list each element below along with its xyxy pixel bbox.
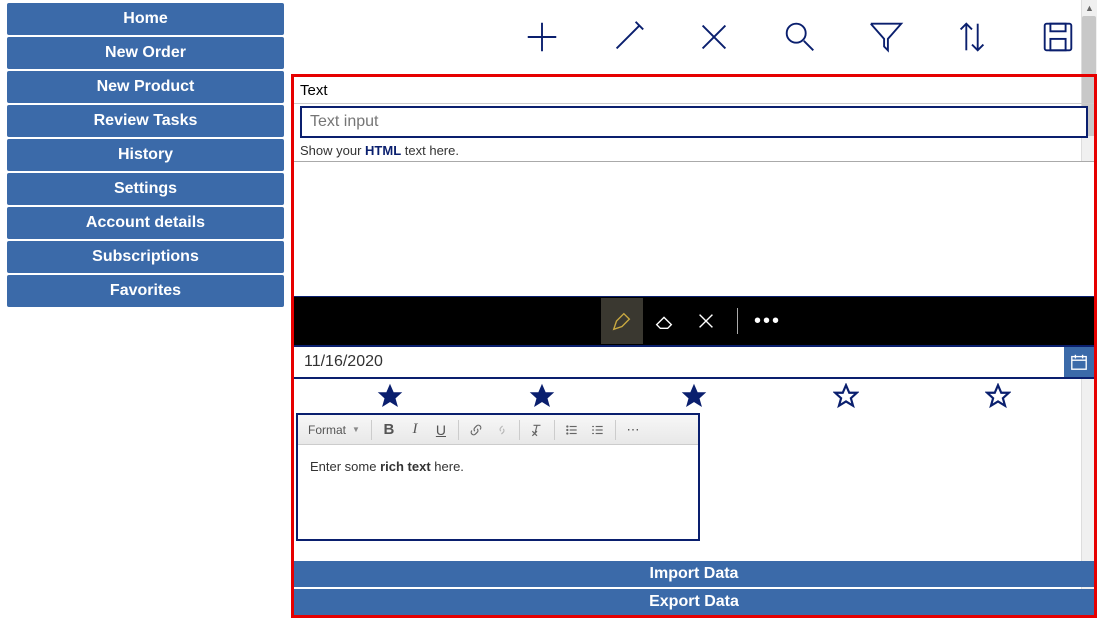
ink-separator: [737, 308, 738, 334]
sidebar-item-home[interactable]: Home: [7, 3, 284, 35]
ink-close-icon[interactable]: [685, 298, 727, 344]
rte-bold-button[interactable]: B: [377, 418, 401, 442]
close-icon[interactable]: [695, 18, 733, 56]
sidebar-item-new-product[interactable]: New Product: [7, 71, 284, 103]
rte-format-dropdown[interactable]: Format ▼: [302, 423, 366, 437]
html-bold: HTML: [365, 143, 401, 158]
export-data-button[interactable]: Export Data: [294, 589, 1094, 615]
rte-clear-format-icon[interactable]: [525, 418, 549, 442]
star-3[interactable]: [681, 383, 707, 409]
pen-icon[interactable]: [601, 298, 643, 344]
html-suffix: text here.: [401, 143, 459, 158]
top-toolbar: [291, 0, 1097, 74]
rich-text-editor: Format ▼ B I U: [296, 413, 700, 541]
star-4[interactable]: [833, 383, 859, 409]
rich-text-container: Format ▼ B I U: [294, 413, 1094, 559]
date-picker-row: 11/16/2020: [294, 345, 1094, 379]
bottom-buttons: Import Data Export Data: [294, 559, 1094, 615]
sidebar-item-settings[interactable]: Settings: [7, 173, 284, 205]
filter-icon[interactable]: [867, 18, 905, 56]
edit-icon[interactable]: [609, 18, 647, 56]
rte-sep: [371, 420, 372, 440]
content-panel: Text Show your HTML text here.: [291, 74, 1097, 618]
rte-sep: [458, 420, 459, 440]
chevron-down-icon: ▼: [352, 425, 360, 434]
sidebar-item-subscriptions[interactable]: Subscriptions: [7, 241, 284, 273]
save-icon[interactable]: [1039, 18, 1077, 56]
sidebar-item-new-order[interactable]: New Order: [7, 37, 284, 69]
text-input[interactable]: [300, 106, 1088, 138]
star-2[interactable]: [529, 383, 555, 409]
text-label: Text: [294, 77, 1094, 104]
rte-ordered-list-icon[interactable]: [560, 418, 584, 442]
sort-icon[interactable]: [953, 18, 991, 56]
star-1[interactable]: [377, 383, 403, 409]
rte-unlink-icon[interactable]: [490, 418, 514, 442]
rte-bold: rich text: [380, 459, 431, 474]
rte-link-icon[interactable]: [464, 418, 488, 442]
scroll-up-arrow[interactable]: ▲: [1082, 0, 1097, 16]
star-5[interactable]: [985, 383, 1011, 409]
rte-sep: [519, 420, 520, 440]
sidebar-item-history[interactable]: History: [7, 139, 284, 171]
html-display-label: Show your HTML text here.: [294, 140, 1094, 162]
sidebar-item-favorites[interactable]: Favorites: [7, 275, 284, 307]
search-icon[interactable]: [781, 18, 819, 56]
rte-bullet-list-icon[interactable]: [586, 418, 610, 442]
sidebar-item-review-tasks[interactable]: Review Tasks: [7, 105, 284, 137]
rating-stars: [294, 379, 1094, 413]
rte-body[interactable]: Enter some rich text here.: [298, 445, 698, 539]
plus-icon[interactable]: [523, 18, 561, 56]
date-field[interactable]: 11/16/2020: [294, 347, 1064, 377]
html-display-area[interactable]: [294, 162, 1094, 297]
main-area: ▲ ▼: [291, 0, 1097, 618]
sidebar-item-account-details[interactable]: Account details: [7, 207, 284, 239]
import-data-button[interactable]: Import Data: [294, 561, 1094, 587]
rte-suffix: here.: [431, 459, 464, 474]
rte-format-label: Format: [308, 423, 346, 437]
ink-more-icon[interactable]: •••: [748, 310, 787, 333]
rte-sep: [615, 420, 616, 440]
rte-prefix: Enter some: [310, 459, 380, 474]
calendar-icon[interactable]: [1064, 347, 1094, 377]
rte-italic-button[interactable]: I: [403, 418, 427, 442]
rte-more-icon[interactable]: ⋯: [621, 418, 645, 442]
sidebar: Home New Order New Product Review Tasks …: [0, 0, 291, 618]
eraser-icon[interactable]: [643, 298, 685, 344]
html-prefix: Show your: [300, 143, 365, 158]
rte-underline-button[interactable]: U: [429, 418, 453, 442]
ink-toolbar: •••: [294, 297, 1094, 345]
rte-sep: [554, 420, 555, 440]
rte-toolbar: Format ▼ B I U: [298, 415, 698, 445]
